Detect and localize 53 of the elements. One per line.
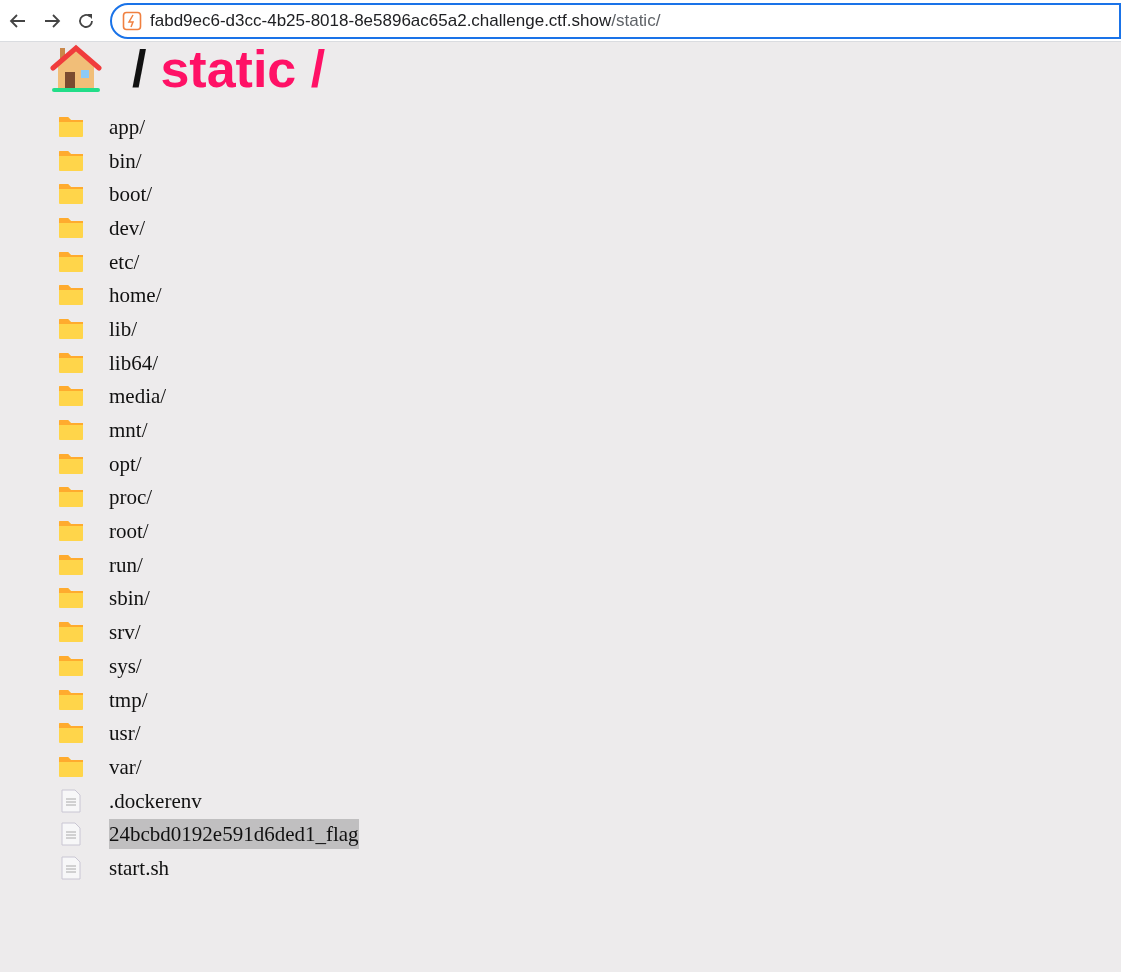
folder-icon xyxy=(58,587,84,610)
folder-link[interactable]: root/ xyxy=(109,516,149,547)
file-link[interactable]: start.sh xyxy=(109,852,170,883)
house-icon xyxy=(50,44,102,94)
url-path: /static/ xyxy=(611,9,661,32)
folder-icon xyxy=(58,722,84,745)
folder-link[interactable]: lib/ xyxy=(109,313,137,344)
folder-link[interactable]: srv/ xyxy=(109,617,141,648)
folder-icon xyxy=(58,688,84,711)
folder-link[interactable]: home/ xyxy=(109,280,162,311)
document-icon xyxy=(61,788,81,813)
folder-icon xyxy=(58,284,84,307)
folder-icon xyxy=(58,520,84,543)
folder-icon xyxy=(58,183,84,206)
folder-link[interactable]: sys/ xyxy=(109,650,142,681)
folder-link[interactable]: opt/ xyxy=(109,448,142,479)
folder-icon xyxy=(58,115,84,138)
folder-icon xyxy=(58,216,84,239)
folder-link[interactable]: boot/ xyxy=(109,179,153,210)
folder-link[interactable]: run/ xyxy=(109,549,143,580)
folder-link[interactable]: lib64/ xyxy=(109,347,158,378)
folder-icon xyxy=(58,385,84,408)
folder-icon xyxy=(58,553,84,576)
path-separator: / xyxy=(132,39,147,100)
address-bar[interactable]: fabd9ec6-d3cc-4b25-8018-8e5896ac65a2.challenge.ctf.show/static/ xyxy=(110,2,1121,39)
folder-link[interactable]: etc/ xyxy=(109,246,140,277)
folder-link[interactable]: usr/ xyxy=(109,718,141,749)
document-icon xyxy=(61,822,81,847)
folder-icon xyxy=(58,317,84,340)
site-icon xyxy=(122,10,142,31)
folder-icon xyxy=(58,452,84,475)
file-link[interactable]: .dockerenv xyxy=(109,785,202,816)
folder-link[interactable]: app/ xyxy=(109,111,146,142)
folder-icon xyxy=(58,621,84,644)
folder-link[interactable]: sbin/ xyxy=(109,583,150,614)
document-icon xyxy=(61,855,81,880)
folder-link[interactable]: tmp/ xyxy=(109,684,148,715)
folder-link[interactable]: var/ xyxy=(109,751,142,782)
current-directory: static / xyxy=(160,39,326,100)
url-host: fabd9ec6-d3cc-4b25-8018-8e5896ac65a2.challenge.ctf.show xyxy=(150,9,612,32)
folder-icon xyxy=(58,755,84,778)
folder-icon xyxy=(58,654,84,677)
file-link[interactable]: 24bcbd0192e591d6ded1_flag xyxy=(109,819,359,850)
folder-link[interactable]: dev/ xyxy=(109,212,146,243)
folder-icon xyxy=(58,351,84,374)
folder-icon xyxy=(58,250,84,273)
folder-link[interactable]: proc/ xyxy=(109,482,153,513)
folder-icon xyxy=(58,486,84,509)
folder-icon xyxy=(58,419,84,442)
folder-link[interactable]: media/ xyxy=(109,381,167,412)
folder-link[interactable]: mnt/ xyxy=(109,415,148,446)
folder-link[interactable]: bin/ xyxy=(109,145,142,176)
folder-icon xyxy=(58,149,84,172)
